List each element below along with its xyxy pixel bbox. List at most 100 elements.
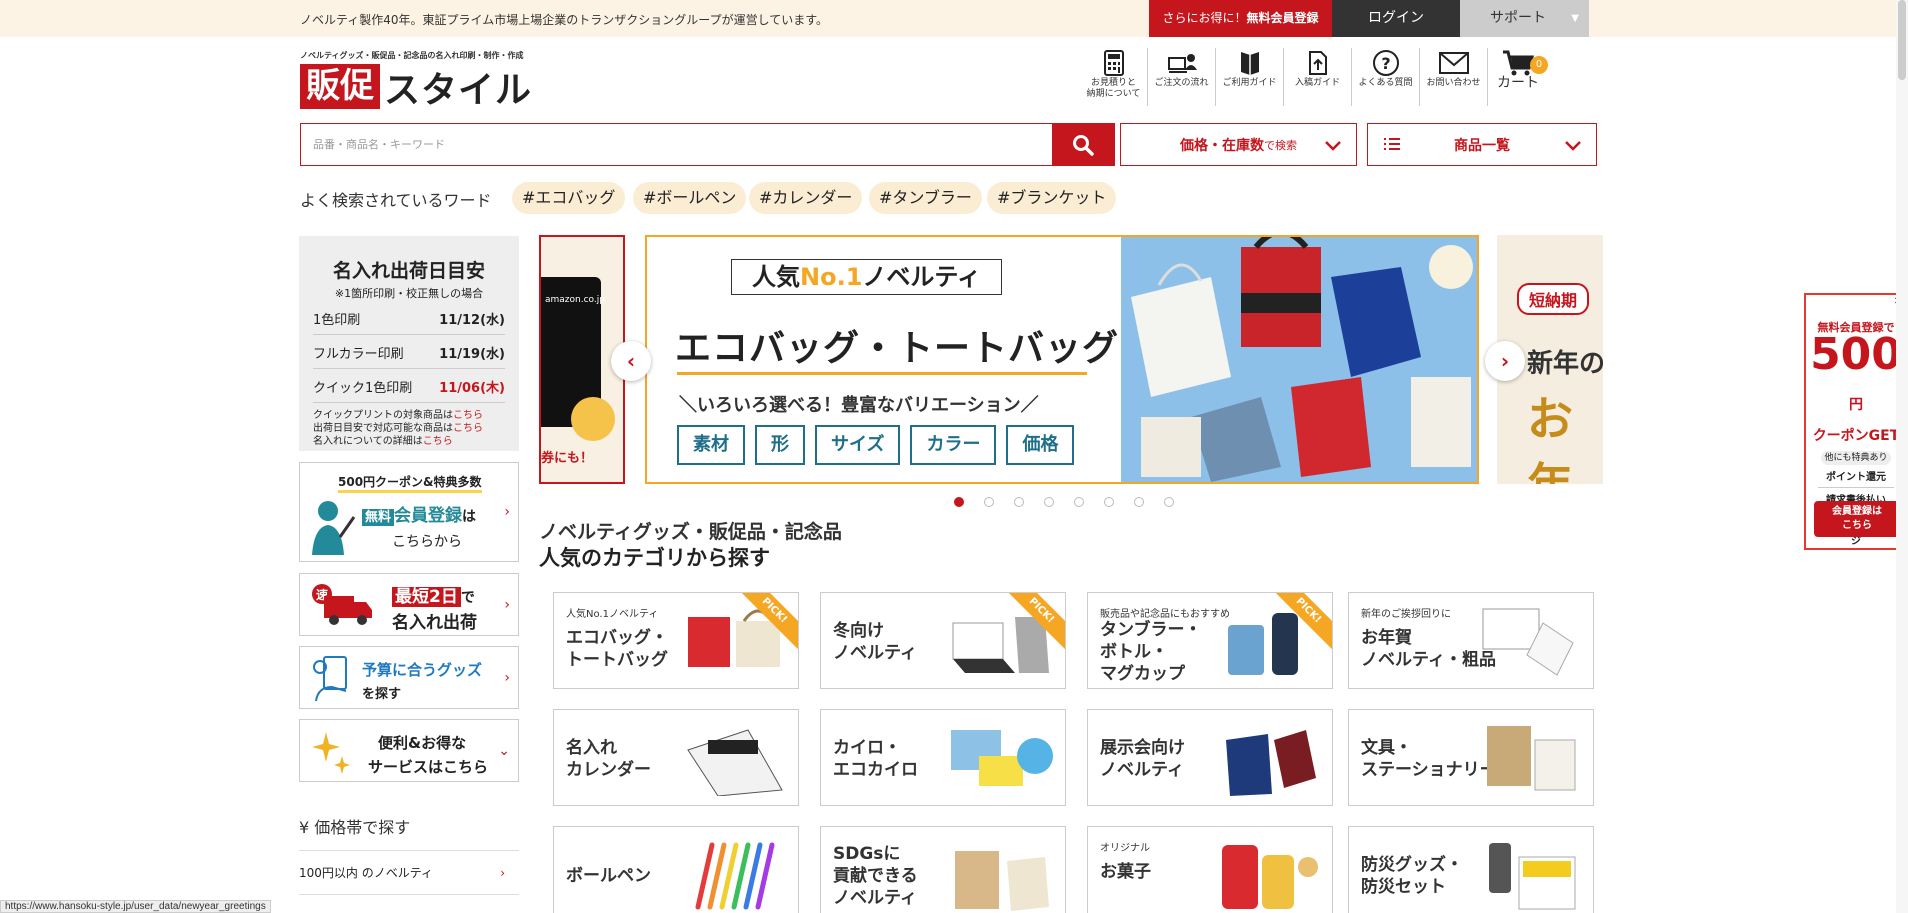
- carousel-dot[interactable]: [1134, 497, 1144, 507]
- carousel-dot[interactable]: [1044, 497, 1054, 507]
- svg-text:?: ?: [1381, 54, 1390, 73]
- ship-title: 名入れ出荷日目安: [332, 260, 485, 282]
- ship-links: クイックプリントの対象商品はこちら 出荷日目安で対応可能な商品はこちら 名入れに…: [313, 409, 505, 448]
- chevron-right-icon: ›: [1500, 349, 1510, 373]
- chevron-down-icon: ▼: [1571, 13, 1579, 24]
- login-button[interactable]: ログイン: [1332, 0, 1460, 37]
- support-menu[interactable]: サポート ▼: [1460, 0, 1589, 37]
- register-button[interactable]: さらにお得に！無料会員登録: [1149, 0, 1332, 37]
- category-card[interactable]: 新年のご挨拶回りに お年賀 ノベルティ・粗品: [1348, 592, 1594, 689]
- hero-carousel: amazon.co.jp 券にも！ 人気No.1ノベルティ エコバッグ・トートバ…: [539, 235, 1603, 485]
- category-card[interactable]: 販売品や記念品にもおすすめ タンブラー・ ボトル・ マグカップ PICK!: [1087, 592, 1333, 689]
- price-section-heading: ¥ 価格帯で探す: [299, 818, 411, 837]
- slide-chip: カラー: [910, 425, 997, 465]
- carousel-dot[interactable]: [1074, 497, 1084, 507]
- carousel-prev-button[interactable]: ‹: [611, 341, 651, 381]
- banner-sub: を探す: [362, 687, 402, 702]
- status-bar-url: https://www.hansoku-style.jp/user_data/n…: [0, 900, 271, 913]
- keyword-tag[interactable]: #タンブラー: [869, 182, 982, 214]
- keyword-tag[interactable]: #ブランケット: [987, 182, 1117, 214]
- register-label: 会員登録: [394, 506, 463, 526]
- ship-row-label: 1色印刷: [313, 313, 361, 328]
- category-name: タンブラー・ ボトル・ マグカップ: [1100, 620, 1202, 684]
- ship-row: 1色印刷 11/12(水): [313, 301, 505, 335]
- services-banner[interactable]: 便利&お得な サービスはこちら ⌄: [299, 719, 519, 782]
- category-image: [951, 730, 1053, 786]
- search-input[interactable]: [301, 124, 1053, 165]
- budget-goods-banner[interactable]: 予算に合うグッズ を探す ›: [299, 646, 519, 709]
- slide-rank-label: 人気No.1ノベルティ: [731, 259, 1002, 295]
- carousel-dot[interactable]: [1104, 497, 1114, 507]
- category-card[interactable]: 名入れ カレンダー: [553, 709, 799, 806]
- logo-box-text: 販促: [300, 64, 380, 109]
- category-card[interactable]: 冬向け ノベルティ PICK!: [820, 592, 1066, 689]
- fast-highlight: 最短2日: [392, 587, 461, 607]
- carousel-next-button[interactable]: ›: [1485, 341, 1525, 381]
- ship-link[interactable]: こちら: [453, 410, 483, 421]
- site-logo[interactable]: 販促 スタイル: [300, 64, 532, 111]
- carousel-dot[interactable]: [984, 497, 994, 507]
- nav-contact[interactable]: お問い合わせ: [1420, 48, 1488, 106]
- title-underline: [677, 372, 1087, 375]
- category-kicker: 人気No.1ノベルティ: [566, 609, 659, 620]
- category-image: [1226, 730, 1316, 796]
- person-writing-icon: [312, 501, 356, 555]
- ship-row-date: 11/19(水): [439, 347, 505, 362]
- chevron-right-icon: ›: [504, 669, 510, 686]
- ship-link-text: クイックプリントの対象商品は: [313, 410, 453, 421]
- carousel-dot[interactable]: [1014, 497, 1024, 507]
- category-name: 防災グッズ・ 防災セット: [1361, 855, 1463, 897]
- category-name: 展示会向け ノベルティ: [1100, 738, 1185, 780]
- category-name: カイロ・ エコカイロ: [833, 738, 918, 780]
- category-image: [1222, 845, 1318, 909]
- search-button[interactable]: [1052, 124, 1114, 165]
- dropdown-label: 価格・在庫数: [1180, 137, 1264, 154]
- nav-faq[interactable]: ? よくある質問: [1352, 48, 1420, 106]
- floating-coupon-banner[interactable]: 無料会員登録で 500円 クーポンGET 他にも特典あり ポイント還元 請求書後…: [1804, 293, 1908, 550]
- nav-guide[interactable]: ご利用ガイド: [1216, 48, 1284, 106]
- category-card[interactable]: SDGsに 貢献できる ノベルティ: [820, 826, 1066, 913]
- product-list-dropdown[interactable]: 商品一覧: [1367, 123, 1597, 166]
- price-stock-search-dropdown[interactable]: 価格・在庫数 で検索: [1120, 123, 1357, 166]
- category-card[interactable]: オリジナル お菓子: [1087, 826, 1333, 913]
- next-slide-title: 新年の: [1527, 349, 1603, 379]
- next-slide-title-2: お年: [1527, 392, 1573, 484]
- category-card[interactable]: 文具・ ステーショナリー: [1348, 709, 1594, 806]
- fast-shipping-banner[interactable]: 速 最短2日で 名入れ出荷 ›: [299, 573, 519, 636]
- slide-chip: 素材: [677, 425, 745, 465]
- category-card[interactable]: 人気No.1ノベルティ エコバッグ・ トートバッグ PICK!: [553, 592, 799, 689]
- ship-link[interactable]: こちら: [423, 436, 453, 447]
- keyword-tag[interactable]: #カレンダー: [749, 182, 863, 214]
- nav-label: ご注文の流れ: [1154, 78, 1209, 88]
- float-others: 他にも特典あり: [1821, 451, 1891, 465]
- chevron-right-icon: ›: [504, 596, 510, 613]
- float-coupon: クーポンGET: [1812, 428, 1900, 444]
- announcement-text: ノベルティ製作40年。東証プライム市場上場企業のトランザクショングループが運営し…: [300, 13, 829, 27]
- category-card[interactable]: ボールペン: [553, 826, 799, 913]
- dropdown-suffix: で検索: [1264, 138, 1297, 152]
- nav-order-flow[interactable]: ご注文の流れ: [1148, 48, 1216, 106]
- chevron-down-icon: [1325, 141, 1341, 151]
- nav-upload-guide[interactable]: 入稿ガイド: [1284, 48, 1352, 106]
- page-scrollbar[interactable]: [1896, 0, 1908, 913]
- keyword-tag[interactable]: #エコバッグ: [512, 182, 626, 214]
- carousel-dot[interactable]: [954, 497, 964, 507]
- keyword-tag[interactable]: #ボールペン: [633, 182, 747, 214]
- ship-link[interactable]: こちら: [453, 423, 483, 434]
- slide-chips: 素材 形 サイズ カラー 価格: [677, 425, 1084, 465]
- float-register-button[interactable]: 会員登録は こちら: [1814, 501, 1900, 537]
- category-card[interactable]: 防災グッズ・ 防災セット: [1348, 826, 1594, 913]
- member-register-banner[interactable]: 500円クーポン&特典多数 無料 会員登録は こちらから ›: [299, 462, 519, 562]
- scrollbar-thumb[interactable]: [1898, 0, 1906, 80]
- carousel-dot[interactable]: [1164, 497, 1174, 507]
- price-range-item[interactable]: 100円以内 のノベルティ ›: [299, 850, 519, 895]
- category-card[interactable]: カイロ・ エコカイロ: [820, 709, 1066, 806]
- chevron-left-icon: ‹: [626, 349, 636, 373]
- ship-link-text: 名入れについての詳細は: [313, 436, 423, 447]
- banner-title: 便利&お得な: [378, 734, 467, 752]
- category-card[interactable]: 展示会向け ノベルティ: [1087, 709, 1333, 806]
- nav-estimate[interactable]: お見積りと 納期について: [1080, 48, 1148, 106]
- carousel-slide-active[interactable]: 人気No.1ノベルティ エコバッグ・トートバッグ ＼いろいろ選べる！豊富なバリエ…: [645, 235, 1479, 484]
- banner-sub: こちらから: [392, 534, 462, 550]
- cart-button[interactable]: カート 0: [1488, 48, 1548, 106]
